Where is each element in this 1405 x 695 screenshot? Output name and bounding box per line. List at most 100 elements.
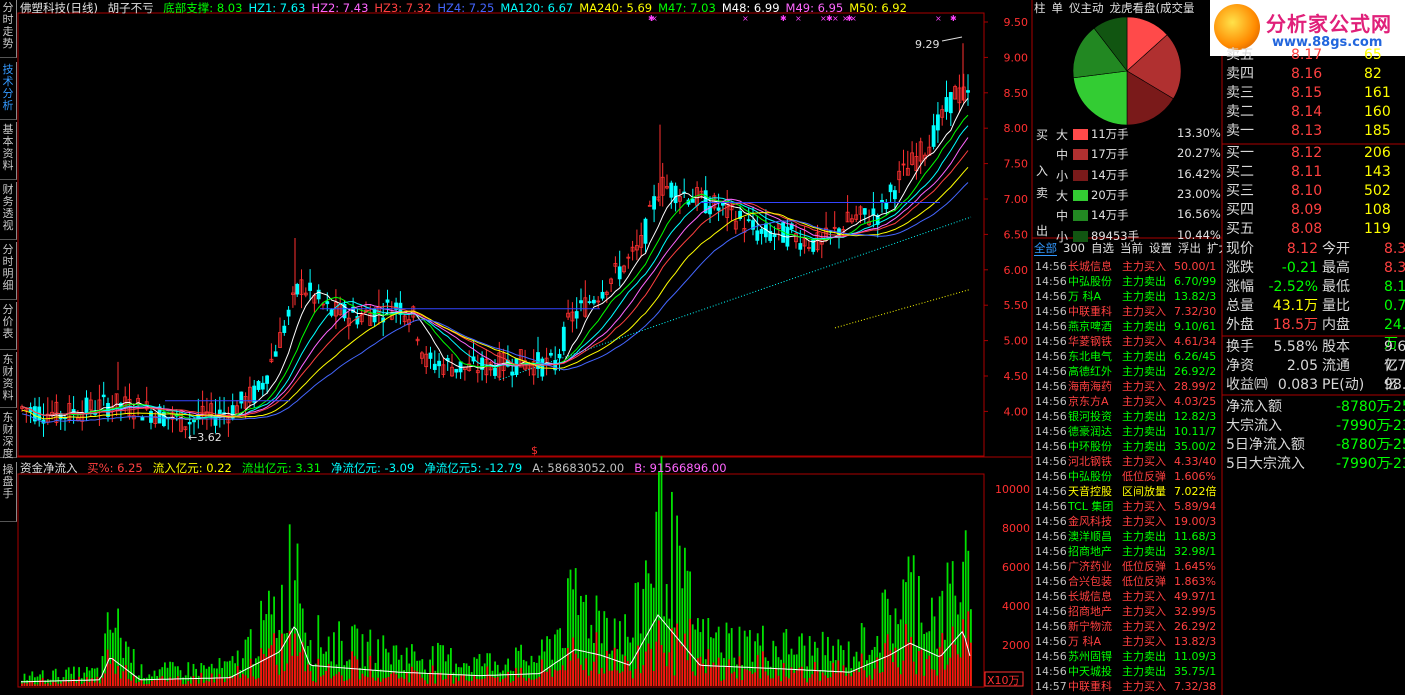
tick-row[interactable]: 14:56 长城信息 主力买入 50.00/1 (1034, 259, 1222, 274)
volume-bar-red (738, 656, 741, 686)
tick-stock-name: 澳洋顺昌 (1068, 530, 1112, 543)
tick-row[interactable]: 14:56 中环股份 主力卖出 35.00/2 (1034, 439, 1222, 454)
tick-tab[interactable]: 300 (1063, 241, 1085, 255)
volume-bar-red (686, 660, 689, 686)
volume-bar-red (827, 677, 829, 686)
tick-action: 主力卖出 (1122, 275, 1166, 288)
flow-volume: 14万手 (1091, 208, 1129, 223)
pie-toolbar-button[interactable]: 龙虎看盘(成交量 (1110, 1, 1195, 15)
tick-row[interactable]: 14:56 燕京啤酒 主力卖出 9.10/61 (1034, 319, 1222, 334)
volume-bar-red (255, 679, 257, 686)
volume-bar-red (450, 675, 452, 686)
tick-row[interactable]: 14:56 河北钢铁 主力买入 4.33/40 (1034, 454, 1222, 469)
order-volume: 143 (1364, 164, 1391, 180)
quote-value: 8.1 (1384, 279, 1405, 295)
tick-row[interactable]: 14:56 海南海药 主力买入 28.99/2 (1034, 379, 1222, 394)
order-price: 8.16 (1291, 66, 1323, 82)
sidebar-tab[interactable]: 技术分析 (0, 62, 17, 120)
tick-row[interactable]: 14:56 东北电气 主力卖出 6.26/45 (1034, 349, 1222, 364)
sidebar-tab[interactable]: 分时走势 (0, 0, 17, 58)
volume-bar-red (876, 657, 879, 686)
volume-bar-red (702, 663, 704, 686)
volume-bar-red (192, 676, 195, 686)
sidebar-tab[interactable]: 东财深度 (0, 410, 17, 460)
volume-bar-red (153, 680, 156, 686)
tick-row[interactable]: 14:56 长城信息 主力买入 49.97/1 (1034, 589, 1222, 604)
tick-row[interactable]: 14:57 中联重科 主力买入 7.32/38 (1034, 679, 1222, 694)
tick-row[interactable]: 14:56 澳洋顺昌 主力卖出 11.68/3 (1034, 529, 1222, 544)
tick-row[interactable]: 14:56 中弘股份 主力卖出 6.70/99 (1034, 274, 1222, 289)
tick-row[interactable]: 14:56 招商地产 主力卖出 32.98/1 (1034, 544, 1222, 559)
price-axis-label: 6.50 (1004, 228, 1029, 241)
sidebar-tab[interactable]: 基本资料 (0, 122, 17, 180)
sidebar-tab[interactable]: 财务透视 (0, 182, 17, 240)
volume-bar-red (439, 672, 442, 686)
tick-row[interactable]: 14:56 京东方A 主力买入 4.03/25 (1034, 394, 1222, 409)
sidebar-tab[interactable]: 东财资料 (0, 352, 17, 408)
tick-row[interactable]: 14:56 招商地产 主力买入 32.99/5 (1034, 604, 1222, 619)
tick-row[interactable]: 14:56 华菱钢铁 主力买入 4.61/34 (1034, 334, 1222, 349)
tick-tab[interactable]: 扩大 (1207, 241, 1222, 255)
volume-bar-red (517, 677, 520, 686)
flow-size-label: 小 (1056, 168, 1069, 183)
tick-row[interactable]: 14:56 苏州固锝 主力卖出 11.09/3 (1034, 649, 1222, 664)
tick-tab[interactable]: 当前 (1120, 241, 1143, 255)
quote-label: 总量 (1226, 298, 1254, 314)
quote-label: PE(动) (1322, 377, 1365, 393)
sidebar-tab[interactable]: 分时明细 (0, 242, 17, 300)
tick-row[interactable]: 14:56 银河投资 主力卖出 12.82/3 (1034, 409, 1222, 424)
volume-bar-red (673, 675, 676, 686)
volume-bar-red (819, 680, 821, 686)
order-volume: 82 (1364, 66, 1382, 82)
tick-stock-name: 新宁物流 (1068, 620, 1112, 633)
flow-percent: 16.42% (1177, 166, 1221, 181)
tick-tab[interactable]: 自选 (1091, 241, 1114, 255)
tick-row[interactable]: 14:56 德豪润达 主力卖出 10.11/7 (1034, 424, 1222, 439)
volume-bar-red (741, 679, 743, 686)
price-axis-label: 5.50 (1004, 299, 1029, 312)
pie-toolbar-button[interactable]: 单 (1052, 1, 1064, 15)
tick-row[interactable]: 14:56 天音控股 区间放量 7.022倍 (1034, 484, 1222, 499)
volume-bar-red (75, 682, 78, 686)
volume-bar-red (725, 665, 728, 686)
pie-toolbar-button[interactable]: 柱 (1034, 1, 1046, 15)
tick-row[interactable]: 14:56 中联重科 主力买入 7.32/30 (1034, 304, 1222, 319)
tick-row[interactable]: 14:56 金风科技 主力买入 19.00/3 (1034, 514, 1222, 529)
order-level-label: 买四 (1226, 202, 1254, 218)
volume-bar-red (101, 677, 104, 686)
tick-row[interactable]: 14:56 万 科A 主力买入 13.82/3 (1034, 634, 1222, 649)
volume-bar-red (249, 658, 252, 686)
candle-body (549, 352, 553, 356)
volume-bar-red (515, 668, 517, 686)
volume-bar-red (335, 674, 338, 686)
tick-row[interactable]: 14:56 TCL 集团 主力买入 5.89/94 (1034, 499, 1222, 514)
volume-bar-red (400, 677, 403, 686)
tick-tab[interactable]: 设置 (1149, 241, 1172, 255)
volume-bar-red (34, 684, 36, 686)
candle-body (884, 202, 889, 210)
candle-body (759, 228, 764, 234)
tick-row[interactable]: 14:56 新宁物流 主力买入 26.29/2 (1034, 619, 1222, 634)
volume-bar-red (777, 675, 780, 686)
volume-bar-red (946, 664, 949, 686)
sidebar-tab[interactable]: 操盘手 (0, 462, 17, 522)
pie-toolbar-button[interactable]: 仪主动 (1069, 1, 1104, 15)
tick-stock-name: TCL 集团 (1068, 500, 1114, 513)
sidebar-tab[interactable]: 分价表 (0, 302, 17, 350)
indicator-value: M48: 6.99 (721, 1, 780, 15)
volume-bar-red (418, 674, 421, 686)
tick-tab[interactable]: 全部 (1034, 241, 1057, 256)
volume-bar-red (715, 665, 717, 686)
tick-row[interactable]: 14:56 中天城投 主力卖出 35.75/1 (1034, 664, 1222, 679)
tick-row[interactable]: 14:56 万 科A 主力卖出 13.82/3 (1034, 289, 1222, 304)
tick-row[interactable]: 14:56 高德红外 主力卖出 26.92/2 (1034, 364, 1222, 379)
tick-tab[interactable]: 浮出 (1178, 241, 1201, 255)
quote-value: 8.3 (1384, 241, 1405, 257)
tick-row[interactable]: 14:56 广济药业 低位反弹 1.645% (1034, 559, 1222, 574)
order-book-row: 卖五 8.17 65 (1224, 46, 1405, 65)
quote-value: -2.52% (1268, 279, 1318, 295)
tick-row[interactable]: 14:56 中弘股份 低位反弹 1.606% (1034, 469, 1222, 484)
quote-row: 净资2.05流通7.72亿 (1224, 357, 1405, 393)
tick-row[interactable]: 14:56 合兴包装 低位反弹 1.863% (1034, 574, 1222, 589)
tick-action: 主力卖出 (1122, 650, 1166, 663)
